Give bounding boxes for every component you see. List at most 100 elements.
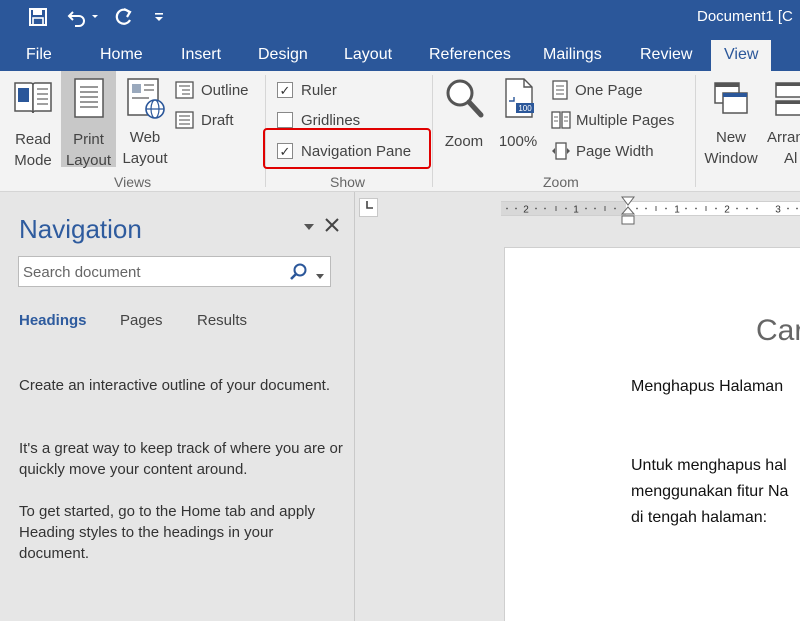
search-icon[interactable]: [289, 262, 309, 282]
multiple-pages-icon: [551, 111, 571, 129]
page-width-label: Page Width: [576, 142, 654, 160]
highlight-box: [263, 128, 431, 169]
close-icon[interactable]: [324, 217, 340, 233]
navigation-pane: Navigation Headings Pages Results Create…: [0, 192, 355, 621]
web-layout-label-1: Web: [129, 129, 161, 146]
zoom-100-icon: 100: [505, 78, 534, 118]
document-heading: Car: [756, 314, 800, 347]
draft-button[interactable]: Draft: [175, 108, 234, 132]
save-icon[interactable]: [24, 2, 52, 32]
document-line: menggunakan fitur Na: [631, 483, 789, 500]
outline-button[interactable]: Outline: [175, 78, 249, 102]
outline-label: Outline: [201, 81, 249, 99]
ruler-label: 2: [523, 205, 529, 216]
magnifier-icon: [446, 79, 484, 118]
tab-design[interactable]: Design: [258, 46, 308, 64]
help-text-2: It's a great way to keep track of where …: [19, 440, 343, 478]
tab-file[interactable]: File: [26, 46, 52, 64]
tab-insert[interactable]: Insert: [181, 46, 221, 64]
tab-review[interactable]: Review: [640, 46, 692, 64]
print-layout-button[interactable]: Print Layout: [61, 71, 116, 169]
ruler-label: 1: [573, 205, 579, 216]
draft-icon: [175, 111, 194, 129]
arrange-all-label-1: Arran: [767, 129, 800, 146]
ribbon-tabs: File Home Insert Design Layout Reference…: [0, 36, 800, 71]
gridlines-label: Gridlines: [301, 111, 361, 129]
ruler-check-icon: ✓: [277, 82, 293, 98]
new-window-label-2: Window: [704, 150, 758, 167]
multiple-pages-label: Multiple Pages: [576, 111, 675, 129]
document-area: 2 1 1 2 3 Car Menghapus Halaman Untuk me…: [356, 192, 800, 621]
read-mode-icon: [14, 82, 52, 114]
one-page-button[interactable]: One Page: [551, 78, 643, 102]
page-width-icon: [552, 142, 570, 160]
new-window-button[interactable]: New Window: [700, 71, 762, 167]
web-layout-button[interactable]: Web Layout: [118, 71, 172, 167]
zoom-100-button[interactable]: 100 100%: [495, 71, 541, 167]
ruler-label: 3: [775, 205, 781, 216]
ruler-label: 1: [674, 205, 680, 216]
zoom-button[interactable]: Zoom: [438, 71, 490, 167]
page-width-button[interactable]: Page Width: [551, 139, 654, 163]
tab-home[interactable]: Home: [100, 46, 143, 64]
horizontal-ruler[interactable]: 2 1 1 2 3: [501, 201, 800, 216]
print-layout-icon: [73, 78, 104, 118]
draft-label: Draft: [201, 111, 234, 129]
multiple-pages-button[interactable]: Multiple Pages: [551, 108, 674, 132]
tab-mailings[interactable]: Mailings: [543, 46, 602, 64]
navigation-title: Navigation: [19, 214, 142, 244]
document-title: Document1 [C: [697, 8, 793, 25]
arrange-all-button[interactable]: Arran Al: [764, 71, 800, 167]
indent-marker-icon[interactable]: [620, 196, 636, 226]
web-layout-icon: [127, 78, 165, 119]
zoom-group-label: Zoom: [543, 174, 579, 190]
views-group-label: Views: [114, 174, 152, 190]
ruler-label: 2: [724, 205, 730, 216]
search-box: [18, 256, 331, 287]
ruler-ticks: 2 1 1 2 3: [506, 205, 798, 216]
read-mode-label-1: Read: [15, 131, 51, 148]
search-input[interactable]: [23, 261, 283, 283]
tab-pages[interactable]: Pages: [120, 312, 163, 329]
tab-view[interactable]: View: [711, 40, 772, 71]
arrange-all-icon: [775, 82, 800, 116]
ribbon: Read Mode Print Layout Web Layout Outlin…: [0, 71, 800, 192]
gridlines-check-icon: [277, 112, 293, 128]
zoom-100-label: 100%: [498, 133, 538, 150]
group-divider: [432, 75, 433, 187]
one-page-label: One Page: [575, 81, 643, 99]
web-layout-label-2: Layout: [122, 150, 168, 167]
help-text-1: Create an interactive outline of your do…: [19, 377, 331, 394]
document-line: di tengah halaman:: [631, 509, 768, 526]
new-window-label-1: New: [715, 129, 746, 146]
tab-references[interactable]: References: [429, 46, 511, 64]
tab-results[interactable]: Results: [197, 312, 247, 329]
one-page-icon: [552, 80, 568, 100]
document-line: Untuk menghapus hal: [631, 457, 787, 474]
document-page[interactable]: Car Menghapus Halaman Untuk menghapus ha…: [504, 247, 800, 621]
outline-icon: [175, 81, 194, 99]
help-text-3: To get started, go to the Home tab and a…: [19, 503, 316, 562]
svg-text:100: 100: [518, 104, 532, 113]
document-line: Menghapus Halaman: [631, 378, 784, 395]
undo-icon[interactable]: [62, 2, 102, 32]
read-mode-button[interactable]: Read Mode: [6, 71, 60, 169]
read-mode-label-2: Mode: [14, 152, 52, 169]
customize-toolbar-icon[interactable]: [150, 2, 168, 32]
search-options-icon[interactable]: [315, 268, 325, 279]
new-window-icon: [714, 82, 748, 114]
tab-headings[interactable]: Headings: [19, 312, 87, 329]
pane-options-icon[interactable]: [302, 220, 316, 234]
tab-selector[interactable]: [359, 198, 378, 217]
arrange-all-label-2: Al: [784, 150, 798, 167]
group-divider: [695, 75, 696, 187]
print-layout-label-1: Print: [73, 131, 104, 148]
ruler-label: Ruler: [301, 81, 337, 99]
redo-icon[interactable]: [110, 2, 136, 32]
zoom-label: Zoom: [444, 133, 484, 150]
show-group-label: Show: [330, 174, 366, 190]
title-bar: Document1 [C: [0, 0, 800, 36]
ruler-checkbox[interactable]: ✓ Ruler: [277, 78, 337, 102]
tab-layout[interactable]: Layout: [344, 46, 392, 64]
print-layout-label-2: Layout: [65, 152, 112, 169]
